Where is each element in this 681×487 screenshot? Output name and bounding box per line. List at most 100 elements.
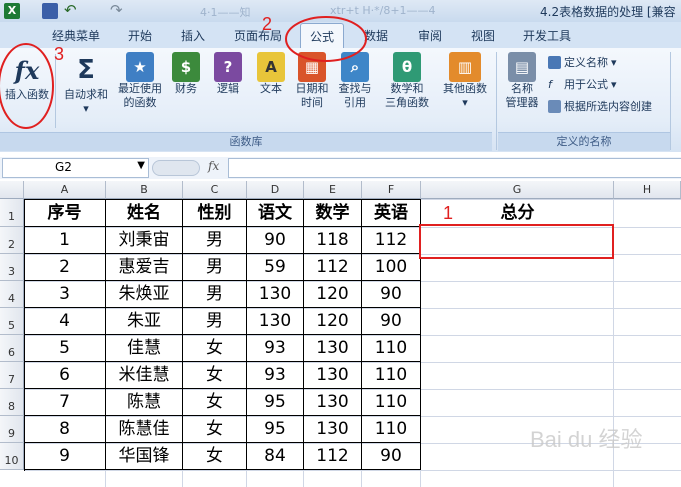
data-cell[interactable]: 59 xyxy=(247,254,304,281)
header-cell[interactable]: 英语 xyxy=(362,199,421,227)
data-cell[interactable]: 90 xyxy=(362,308,421,335)
data-cell[interactable]: 陈慧 xyxy=(106,389,183,416)
data-cell[interactable]: 90 xyxy=(362,281,421,308)
data-cell[interactable]: 95 xyxy=(247,389,304,416)
name-box[interactable]: G2 ▼ xyxy=(2,158,149,178)
formula-input[interactable] xyxy=(228,158,681,178)
data-cell[interactable]: 120 xyxy=(304,308,362,335)
data-cell[interactable]: 110 xyxy=(362,335,421,362)
redo-icon[interactable]: ↷ xyxy=(110,3,126,19)
data-cell[interactable]: 朱亚 xyxy=(106,308,183,335)
column-header-b[interactable]: B xyxy=(106,181,183,199)
data-cell[interactable]: 男 xyxy=(183,281,247,308)
header-cell[interactable]: 性别 xyxy=(183,199,247,227)
name-box-dropdown-icon[interactable]: ▼ xyxy=(137,160,145,171)
row-header-7[interactable]: 7 xyxy=(0,362,24,389)
create-from-selection-button[interactable]: 根据所选内容创建 xyxy=(548,98,652,114)
tab-developer[interactable]: 开发工具 xyxy=(523,27,571,44)
tab-review[interactable]: 审阅 xyxy=(418,27,442,44)
data-cell[interactable]: 7 xyxy=(24,389,106,416)
column-header-f[interactable]: F xyxy=(362,181,421,199)
tab-view[interactable]: 视图 xyxy=(471,27,495,44)
data-cell[interactable]: 118 xyxy=(304,227,362,254)
autosum-dropdown-arrow[interactable]: ▾ xyxy=(60,102,112,116)
tab-insert[interactable]: 插入 xyxy=(181,27,205,44)
row-header-6[interactable]: 6 xyxy=(0,335,24,362)
lookup-button[interactable]: ⌕ 查找与 引用 xyxy=(335,52,375,110)
data-cell[interactable]: 93 xyxy=(247,362,304,389)
data-cell[interactable]: 8 xyxy=(24,416,106,443)
total-score-cell[interactable] xyxy=(421,443,614,470)
data-cell[interactable]: 米佳慧 xyxy=(106,362,183,389)
data-cell[interactable]: 3 xyxy=(24,281,106,308)
data-cell[interactable]: 130 xyxy=(304,335,362,362)
header-cell[interactable]: 总分 xyxy=(421,199,614,227)
insert-function-button[interactable]: fx 插入函数 xyxy=(2,52,52,102)
data-cell[interactable]: 男 xyxy=(183,254,247,281)
select-all-corner[interactable] xyxy=(0,181,24,199)
total-score-cell[interactable] xyxy=(421,335,614,362)
tab-page-layout[interactable]: 页面布局 xyxy=(234,27,282,44)
data-cell[interactable]: 华国锋 xyxy=(106,443,183,470)
more-functions-dropdown-arrow[interactable]: ▾ xyxy=(438,96,492,110)
recent-functions-button[interactable]: ★ 最近使用 的函数 xyxy=(114,52,166,110)
undo-icon[interactable]: ↶ xyxy=(64,3,80,19)
data-cell[interactable]: 130 xyxy=(304,416,362,443)
data-cell[interactable]: 2 xyxy=(24,254,106,281)
column-header-e[interactable]: E xyxy=(304,181,362,199)
excel-logo-icon[interactable]: X xyxy=(4,3,20,19)
total-score-cell[interactable] xyxy=(421,308,614,335)
column-header-g[interactable]: G xyxy=(421,181,614,199)
data-cell[interactable]: 93 xyxy=(247,335,304,362)
data-cell[interactable]: 刘秉宙 xyxy=(106,227,183,254)
header-cell[interactable]: 序号 xyxy=(24,199,106,227)
data-cell[interactable]: 9 xyxy=(24,443,106,470)
data-cell[interactable]: 110 xyxy=(362,389,421,416)
formula-bar-splitter[interactable] xyxy=(152,160,200,176)
data-cell[interactable]: 110 xyxy=(362,416,421,443)
financial-button[interactable]: $ 财务 xyxy=(170,52,202,96)
data-cell[interactable]: 130 xyxy=(304,389,362,416)
header-cell[interactable]: 数学 xyxy=(304,199,362,227)
data-cell[interactable]: 112 xyxy=(304,443,362,470)
more-functions-button[interactable]: ▥ 其他函数 ▾ xyxy=(438,52,492,110)
total-score-cell[interactable] xyxy=(421,362,614,389)
data-cell[interactable]: 女 xyxy=(183,443,247,470)
text-button[interactable]: A 文本 xyxy=(255,52,287,96)
total-score-cell[interactable] xyxy=(421,281,614,308)
row-header-8[interactable]: 8 xyxy=(0,389,24,416)
tab-home[interactable]: 开始 xyxy=(128,27,152,44)
data-cell[interactable]: 84 xyxy=(247,443,304,470)
header-cell[interactable]: 语文 xyxy=(247,199,304,227)
data-cell[interactable]: 112 xyxy=(304,254,362,281)
save-icon[interactable] xyxy=(42,3,58,19)
total-score-cell[interactable] xyxy=(421,254,614,281)
header-cell[interactable]: 姓名 xyxy=(106,199,183,227)
data-cell[interactable]: 5 xyxy=(24,335,106,362)
column-header-c[interactable]: C xyxy=(183,181,247,199)
row-header-5[interactable]: 5 xyxy=(0,308,24,335)
fx-insert-icon[interactable]: fx xyxy=(208,159,219,173)
tab-data[interactable]: 数据 xyxy=(364,27,388,44)
data-cell[interactable]: 1 xyxy=(24,227,106,254)
row-header-4[interactable]: 4 xyxy=(0,281,24,308)
column-header-a[interactable]: A xyxy=(24,181,106,199)
data-cell[interactable]: 120 xyxy=(304,281,362,308)
data-cell[interactable]: 朱焕亚 xyxy=(106,281,183,308)
data-cell[interactable]: 130 xyxy=(304,362,362,389)
data-cell[interactable]: 惠爱吉 xyxy=(106,254,183,281)
use-in-formula-button[interactable]: f 用于公式 ▾ xyxy=(548,76,617,92)
total-score-cell[interactable] xyxy=(421,227,614,254)
name-manager-button[interactable]: ▤ 名称 管理器 xyxy=(500,52,544,110)
data-cell[interactable]: 女 xyxy=(183,335,247,362)
data-cell[interactable]: 陈慧佳 xyxy=(106,416,183,443)
data-cell[interactable]: 95 xyxy=(247,416,304,443)
row-header-9[interactable]: 9 xyxy=(0,416,24,443)
data-cell[interactable]: 100 xyxy=(362,254,421,281)
row-header-3[interactable]: 3 xyxy=(0,254,24,281)
datetime-button[interactable]: ▦ 日期和 时间 xyxy=(292,52,332,110)
total-score-cell[interactable] xyxy=(421,416,614,443)
data-cell[interactable]: 男 xyxy=(183,308,247,335)
logical-button[interactable]: ? 逻辑 xyxy=(212,52,244,96)
row-header-10[interactable]: 10 xyxy=(0,443,24,470)
